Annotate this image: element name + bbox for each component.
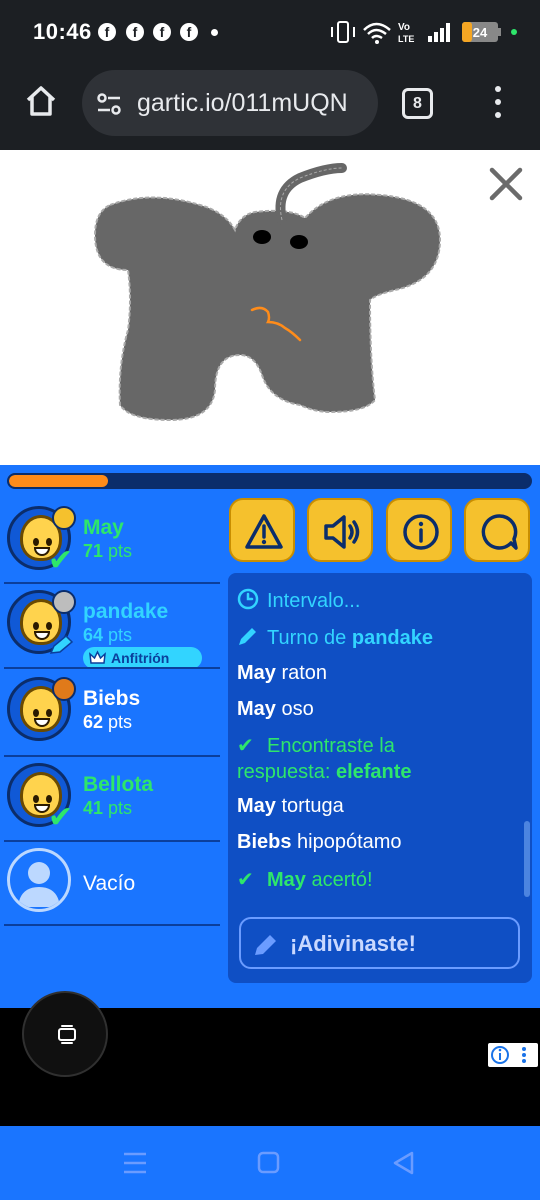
- speaker-icon: [324, 515, 360, 549]
- empty-avatar-icon: [7, 848, 71, 912]
- player-row-bellota[interactable]: ✔ Bellota 41 pts: [0, 757, 220, 842]
- indicator-dot: [511, 29, 517, 35]
- warning-icon: [245, 514, 283, 549]
- player-row-may[interactable]: ✔ May 71 pts: [0, 500, 220, 584]
- browser-menu-icon[interactable]: [490, 84, 506, 120]
- pencil-icon: [239, 628, 256, 645]
- info-button[interactable]: [386, 498, 452, 562]
- check-icon: ✔: [237, 869, 254, 891]
- site-settings-icon[interactable]: [96, 91, 122, 117]
- chat-message: May tortuga: [237, 795, 344, 817]
- drawing-canvas[interactable]: [0, 150, 540, 465]
- address-bar[interactable]: gartic.io/011mUQN: [82, 70, 378, 136]
- signal-icon: [428, 23, 450, 42]
- player-points: 41 pts: [83, 798, 133, 818]
- more-notifications-icon: [211, 29, 218, 36]
- divider: [4, 667, 220, 669]
- status-bar: 10:46 f f f f Vo LTE 24: [0, 0, 540, 62]
- guess-input[interactable]: ¡Adivinaste!: [239, 917, 520, 969]
- home-icon[interactable]: [24, 84, 58, 118]
- url-text: gartic.io/011mUQN: [137, 89, 348, 117]
- facebook-icon: f: [126, 23, 144, 41]
- facebook-icon: f: [180, 23, 198, 41]
- lte-label: LTE: [398, 34, 414, 44]
- chat-button[interactable]: [464, 498, 530, 562]
- player-name: May: [83, 516, 124, 539]
- floating-action-button[interactable]: [22, 991, 108, 1077]
- player-row-pandake[interactable]: pandake 64 pts Anfitrión: [0, 584, 220, 669]
- player-row-empty[interactable]: Vacío: [0, 842, 220, 926]
- divider: [4, 924, 220, 926]
- sound-button[interactable]: [307, 498, 373, 562]
- crown-icon: [89, 650, 106, 664]
- player-row-biebs[interactable]: Biebs 62 pts: [0, 671, 220, 757]
- guessed-check-icon: ✔: [48, 801, 74, 834]
- elephant-drawing: [93, 163, 442, 422]
- wifi-icon: [363, 22, 391, 40]
- volte-label: Vo: [398, 22, 410, 33]
- player-status-badge: [52, 590, 76, 614]
- ad-info-badge[interactable]: [488, 1043, 538, 1067]
- guessed-check-icon: ✔: [48, 544, 74, 577]
- host-badge: Anfitrión: [83, 647, 202, 669]
- pencil-icon: [255, 935, 276, 955]
- vibrate-icon: [337, 21, 349, 43]
- chat-correct-guess: ✔ May acertó!: [237, 869, 373, 891]
- chat-system-turn: Turno de pandake: [237, 625, 433, 651]
- battery-level: 24: [473, 25, 488, 40]
- facebook-icon: f: [153, 23, 171, 41]
- drawing-pencil-icon: [49, 634, 74, 654]
- cast-screen-icon: [58, 1025, 76, 1044]
- status-time: 10:46: [33, 19, 92, 44]
- player-points: 71 pts: [83, 541, 133, 561]
- chat-found-answer: ✔ Encontraste la: [237, 735, 395, 757]
- empty-slot-label: Vacío: [83, 872, 136, 895]
- chat-found-answer-line2: respuesta: elefante: [237, 761, 412, 783]
- system-status-icons: Vo LTE 24: [331, 21, 517, 44]
- clock-icon: [237, 588, 259, 610]
- close-icon[interactable]: [487, 165, 525, 203]
- system-nav-bar: [0, 1126, 540, 1200]
- tab-switcher-button[interactable]: 8: [402, 88, 433, 119]
- player-status-badge: [52, 506, 76, 530]
- guess-input-label: ¡Adivinaste!: [290, 931, 416, 956]
- chat-message: Biebs hipopótamo: [237, 831, 402, 853]
- round-timer: [7, 473, 532, 489]
- info-icon: [403, 514, 439, 550]
- chat-message: May oso: [237, 698, 314, 720]
- chat-system-interval: Intervalo...: [237, 588, 360, 614]
- chat-message: May raton: [237, 662, 328, 684]
- player-points: 64 pts: [83, 625, 133, 645]
- round-timer-fill: [9, 475, 108, 487]
- player-points: 62 pts: [83, 712, 133, 732]
- player-status-badge: [52, 677, 76, 701]
- back-icon: [393, 1151, 414, 1175]
- player-name: Biebs: [83, 687, 141, 710]
- facebook-icon: f: [98, 23, 116, 41]
- player-name: pandake: [83, 600, 169, 623]
- browser-toolbar: gartic.io/011mUQN 8: [0, 62, 540, 150]
- chat-bubble-icon: [481, 514, 518, 550]
- player-name: Bellota: [83, 773, 154, 796]
- battery-icon: 24: [462, 22, 501, 42]
- check-icon: ✔: [237, 735, 254, 757]
- report-button[interactable]: [229, 498, 295, 562]
- chat-scrollbar[interactable]: [524, 821, 530, 897]
- home-nav-icon: [257, 1151, 280, 1174]
- recent-apps-icon: [124, 1152, 146, 1174]
